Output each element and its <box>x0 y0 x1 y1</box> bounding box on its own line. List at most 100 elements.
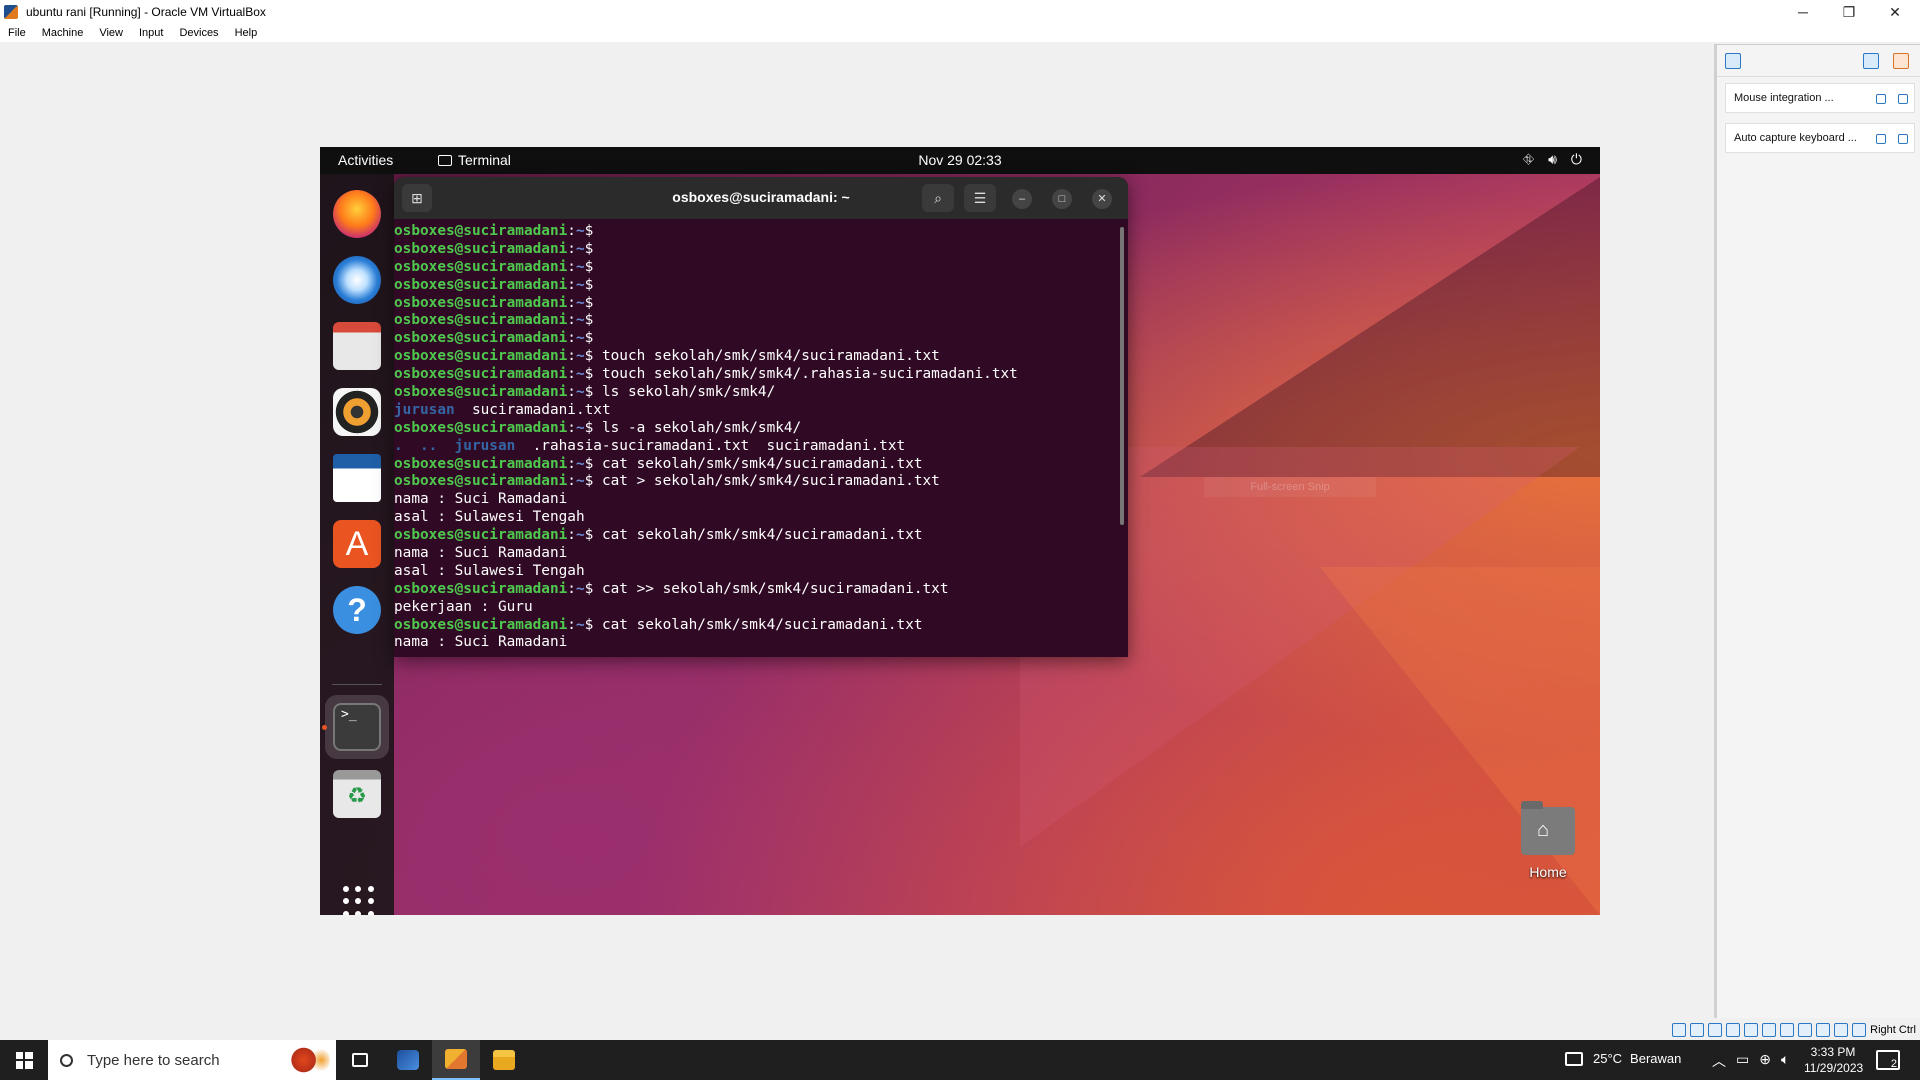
terminal-line: osboxes@suciramadani:~$ <box>394 276 602 293</box>
notice-mouse-integration[interactable]: Mouse integration ... <box>1725 83 1915 113</box>
menu-input[interactable]: Input <box>139 27 163 39</box>
desktop-home-folder[interactable]: ⌂ Home <box>1500 801 1590 897</box>
notification-toggle-icon[interactable] <box>1725 53 1741 69</box>
menu-devices[interactable]: Devices <box>179 27 218 39</box>
terminal-icon[interactable]: >_ <box>333 703 381 751</box>
usb-icon[interactable] <box>1744 1023 1759 1037</box>
meet-now-icon[interactable]: ▭ <box>1736 1051 1749 1071</box>
minimize-button[interactable]: ─ <box>1780 0 1826 24</box>
prompt-path: ~ <box>575 366 585 383</box>
taskbar-clock[interactable]: 3:33 PM 11/29/2023 <box>1804 1044 1864 1076</box>
command-text: cat sekolah/smk/smk4/suciramadani.txt <box>601 616 923 633</box>
terminal-window[interactable]: ⊞ osboxes@suciramadani: ~ ⌕ ☰ – □ ✕ osbo… <box>394 177 1128 657</box>
pin-panel-icon[interactable] <box>1863 53 1879 69</box>
mouse-integration-icon[interactable] <box>1834 1023 1849 1037</box>
show-hidden-icons-chevron-icon[interactable]: ︿ <box>1712 1051 1726 1071</box>
command-text: cat sekolah/smk/smk4/suciramadani.txt <box>601 527 923 544</box>
menu-view[interactable]: View <box>99 27 123 39</box>
ubuntu-desktop[interactable]: Activities Terminal Nov 29 02:33 ⛗ 🔊︎ ⏻ … <box>320 147 1600 915</box>
keyboard-capture-icon[interactable] <box>1852 1023 1867 1037</box>
weather-widget[interactable]: 25°C Berawan <box>1565 1051 1681 1066</box>
network-icon[interactable] <box>1726 1023 1741 1037</box>
terminal-line: osboxes@suciramadani:~$ ls -a sekolah/sm… <box>394 419 802 436</box>
dismiss-all-icon[interactable] <box>1893 53 1909 69</box>
optical-drive-icon[interactable] <box>1690 1023 1705 1037</box>
maximize-button[interactable]: □ <box>1052 189 1072 209</box>
trash-icon[interactable]: ♻ <box>333 770 381 818</box>
network-globe-icon[interactable]: ⊕ <box>1759 1051 1771 1071</box>
terminal-line: asal : Sulawesi Tengah <box>394 509 1114 527</box>
do-not-show-icon[interactable] <box>1876 94 1886 104</box>
prompt-user: osboxes@suciramadani <box>394 294 568 311</box>
volume-icon[interactable]: 🔊︎ <box>1548 151 1557 168</box>
start-button[interactable] <box>0 1040 48 1080</box>
file-entries: .rahasia-suciramadani.txt suciramadani.t… <box>515 437 906 454</box>
prompt-path: ~ <box>575 348 585 365</box>
audio-icon[interactable] <box>1708 1023 1723 1037</box>
notification-center-button[interactable]: 2 <box>1876 1050 1900 1070</box>
terminal-output[interactable]: osboxes@suciramadani:~$ osboxes@sucirama… <box>394 219 1114 657</box>
shared-folders-icon[interactable] <box>1762 1023 1777 1037</box>
recording-icon[interactable] <box>1798 1023 1813 1037</box>
hamburger-menu-button[interactable]: ☰ <box>964 184 996 212</box>
terminal-line: nama : Suci Ramadani <box>394 545 1114 563</box>
taskbar-vm-window[interactable] <box>432 1040 480 1080</box>
prompt-user: osboxes@suciramadani <box>394 276 568 293</box>
thunderbird-icon[interactable] <box>333 256 381 304</box>
virtualbox-app-icon <box>4 5 18 19</box>
files-icon[interactable] <box>333 322 381 370</box>
prompt-path: ~ <box>575 473 585 490</box>
power-icon[interactable]: ⏻ <box>1571 151 1582 168</box>
prompt-path: ~ <box>575 384 585 401</box>
taskbar-file-explorer[interactable] <box>480 1040 528 1080</box>
prompt-user: osboxes@suciramadani <box>394 455 568 472</box>
prompt-user: osboxes@suciramadani <box>394 330 568 347</box>
command-text: ls sekolah/smk/smk4/ <box>601 384 776 401</box>
app-center-icon[interactable]: A <box>333 520 381 568</box>
taskbar-search-box[interactable]: Type here to search <box>48 1040 336 1080</box>
close-button[interactable]: ✕ <box>1872 0 1918 24</box>
restore-button[interactable]: ❐ <box>1826 0 1872 24</box>
rhythmbox-icon[interactable] <box>333 388 381 436</box>
do-not-show-icon[interactable] <box>1876 134 1886 144</box>
close-notice-icon[interactable] <box>1898 94 1908 104</box>
minimize-button[interactable]: – <box>1012 189 1032 209</box>
notice-auto-capture-keyboard[interactable]: Auto capture keyboard ... <box>1725 123 1915 153</box>
menu-machine[interactable]: Machine <box>42 27 84 39</box>
network-icon[interactable]: ⛗ <box>1523 151 1534 168</box>
system-tray[interactable]: ⛗ 🔊︎ ⏻ <box>1523 151 1582 168</box>
clock[interactable]: Nov 29 02:33 <box>320 152 1600 168</box>
firefox-icon[interactable] <box>333 190 381 238</box>
prompt-path: ~ <box>575 527 585 544</box>
terminal-line: osboxes@suciramadani:~$ cat sekolah/smk/… <box>394 455 923 472</box>
close-notice-icon[interactable] <box>1898 134 1908 144</box>
close-button[interactable]: ✕ <box>1092 189 1112 209</box>
terminal-line: osboxes@suciramadani:~$ touch sekolah/sm… <box>394 348 940 365</box>
vbox-menubar: File Machine View Input Devices Help <box>0 24 1920 42</box>
weather-condition: Berawan <box>1630 1051 1682 1066</box>
command-text: touch sekolah/smk/smk4/suciramadani.txt <box>601 348 940 365</box>
file-entries: suciramadani.txt <box>454 401 611 418</box>
writer-icon[interactable] <box>333 454 381 502</box>
menu-file[interactable]: File <box>8 27 26 39</box>
virtualbox-icon <box>397 1050 419 1070</box>
search-button[interactable]: ⌕ <box>922 184 954 212</box>
volume-muted-icon[interactable]: 🔈︎ <box>1781 1051 1789 1071</box>
help-icon[interactable]: ? <box>333 586 381 634</box>
terminal-headerbar: ⊞ osboxes@suciramadani: ~ ⌕ ☰ – □ ✕ <box>394 177 1128 219</box>
hard-disk-icon[interactable] <box>1672 1023 1687 1037</box>
terminal-line: osboxes@suciramadani:~$ <box>394 258 602 275</box>
menu-help[interactable]: Help <box>235 27 258 39</box>
terminal-line: nama : Suci Ramadani <box>394 634 1114 652</box>
vm-window-icon <box>445 1049 467 1069</box>
taskbar-virtualbox-manager[interactable] <box>384 1040 432 1080</box>
terminal-scrollbar[interactable] <box>1120 227 1124 525</box>
display-icon[interactable] <box>1780 1023 1795 1037</box>
task-view-button[interactable] <box>336 1040 384 1080</box>
prompt-user: osboxes@suciramadani <box>394 527 568 544</box>
prompt-path: ~ <box>575 455 585 472</box>
cpu-icon[interactable] <box>1816 1023 1831 1037</box>
show-apps-icon[interactable] <box>343 886 375 915</box>
taskbar-date: 11/29/2023 <box>1804 1061 1864 1075</box>
notification-panel-header <box>1717 45 1920 77</box>
